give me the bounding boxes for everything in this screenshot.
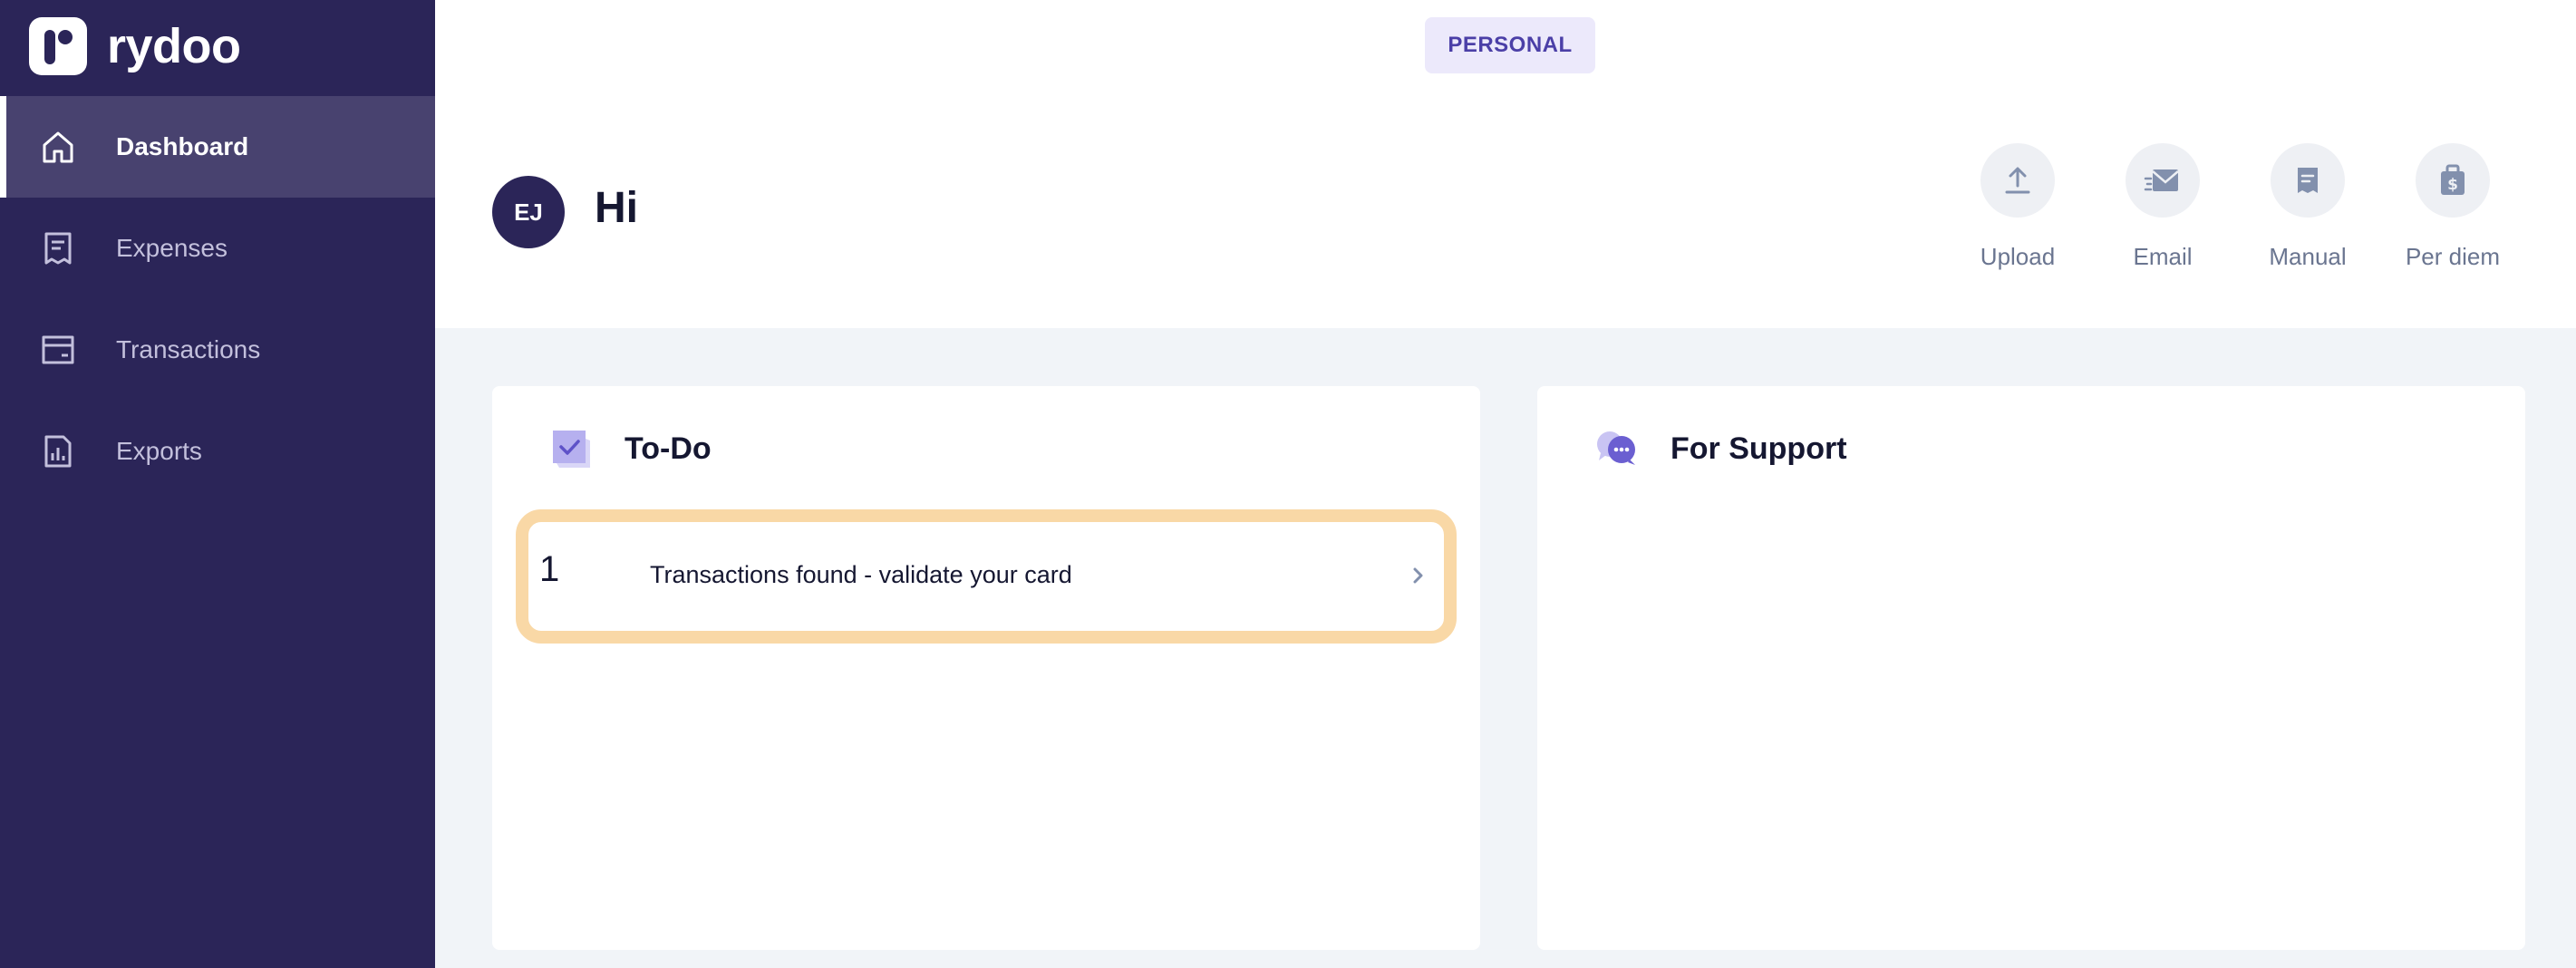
todo-text: Transactions found - validate your card <box>650 561 1072 588</box>
email-icon <box>2126 143 2200 218</box>
email-label: Email <box>2133 243 2193 270</box>
chat-bubbles-icon <box>1593 426 1639 471</box>
rydoo-logo-icon <box>29 17 87 75</box>
per-diem-icon: $ <box>2416 143 2490 218</box>
todo-item[interactable]: 1 Transactions found - validate your car… <box>516 509 1457 644</box>
sidebar-item-label: Exports <box>116 437 202 465</box>
manual-button[interactable]: Manual <box>2235 143 2380 271</box>
svg-text:$: $ <box>2447 176 2458 194</box>
home-icon <box>38 127 78 167</box>
sidebar-item-transactions[interactable]: Transactions <box>0 299 435 401</box>
todo-title: To-Do <box>625 431 712 466</box>
sidebar-nav: Dashboard Expenses Transactions Exports <box>0 96 435 502</box>
sidebar-item-label: Transactions <box>116 335 261 363</box>
per-diem-label: Per diem <box>2405 243 2501 270</box>
card-icon <box>38 330 78 370</box>
sidebar: rydoo Dashboard Expenses Transactions Ex… <box>0 0 435 968</box>
receipt-icon <box>38 228 78 268</box>
manual-receipt-icon <box>2271 143 2345 218</box>
page-title: Hi <box>595 184 638 232</box>
personal-mode-button[interactable]: PERSONAL <box>1425 17 1595 73</box>
sidebar-item-exports[interactable]: Exports <box>0 401 435 502</box>
support-title: For Support <box>1671 431 1847 466</box>
sidebar-item-label: Dashboard <box>116 132 249 160</box>
upload-icon <box>1980 143 2055 218</box>
todo-card: To-Do 1 Transactions found - validate yo… <box>492 386 1480 950</box>
chevron-right-icon <box>1409 562 1428 589</box>
sidebar-item-expenses[interactable]: Expenses <box>0 198 435 299</box>
avatar[interactable]: EJ <box>492 176 565 248</box>
chart-file-icon <box>38 431 78 471</box>
sidebar-item-label: Expenses <box>116 234 228 262</box>
top-bar: PERSONAL <box>435 0 2576 96</box>
upload-button[interactable]: Upload <box>1945 143 2090 271</box>
todo-check-icon <box>548 426 594 471</box>
sidebar-item-dashboard[interactable]: Dashboard <box>0 96 435 198</box>
todo-count: 1 <box>539 549 560 589</box>
email-button[interactable]: Email <box>2090 143 2235 271</box>
manual-label: Manual <box>2269 243 2347 270</box>
logo-text: rydoo <box>107 19 241 73</box>
dashboard-header: EJ Hi Upload Email Manual $ Per diem <box>435 96 2576 328</box>
logo[interactable]: rydoo <box>29 16 241 76</box>
upload-label: Upload <box>1980 243 2056 270</box>
support-card: For Support <box>1537 386 2525 950</box>
per-diem-button[interactable]: $ Per diem <box>2380 143 2525 271</box>
